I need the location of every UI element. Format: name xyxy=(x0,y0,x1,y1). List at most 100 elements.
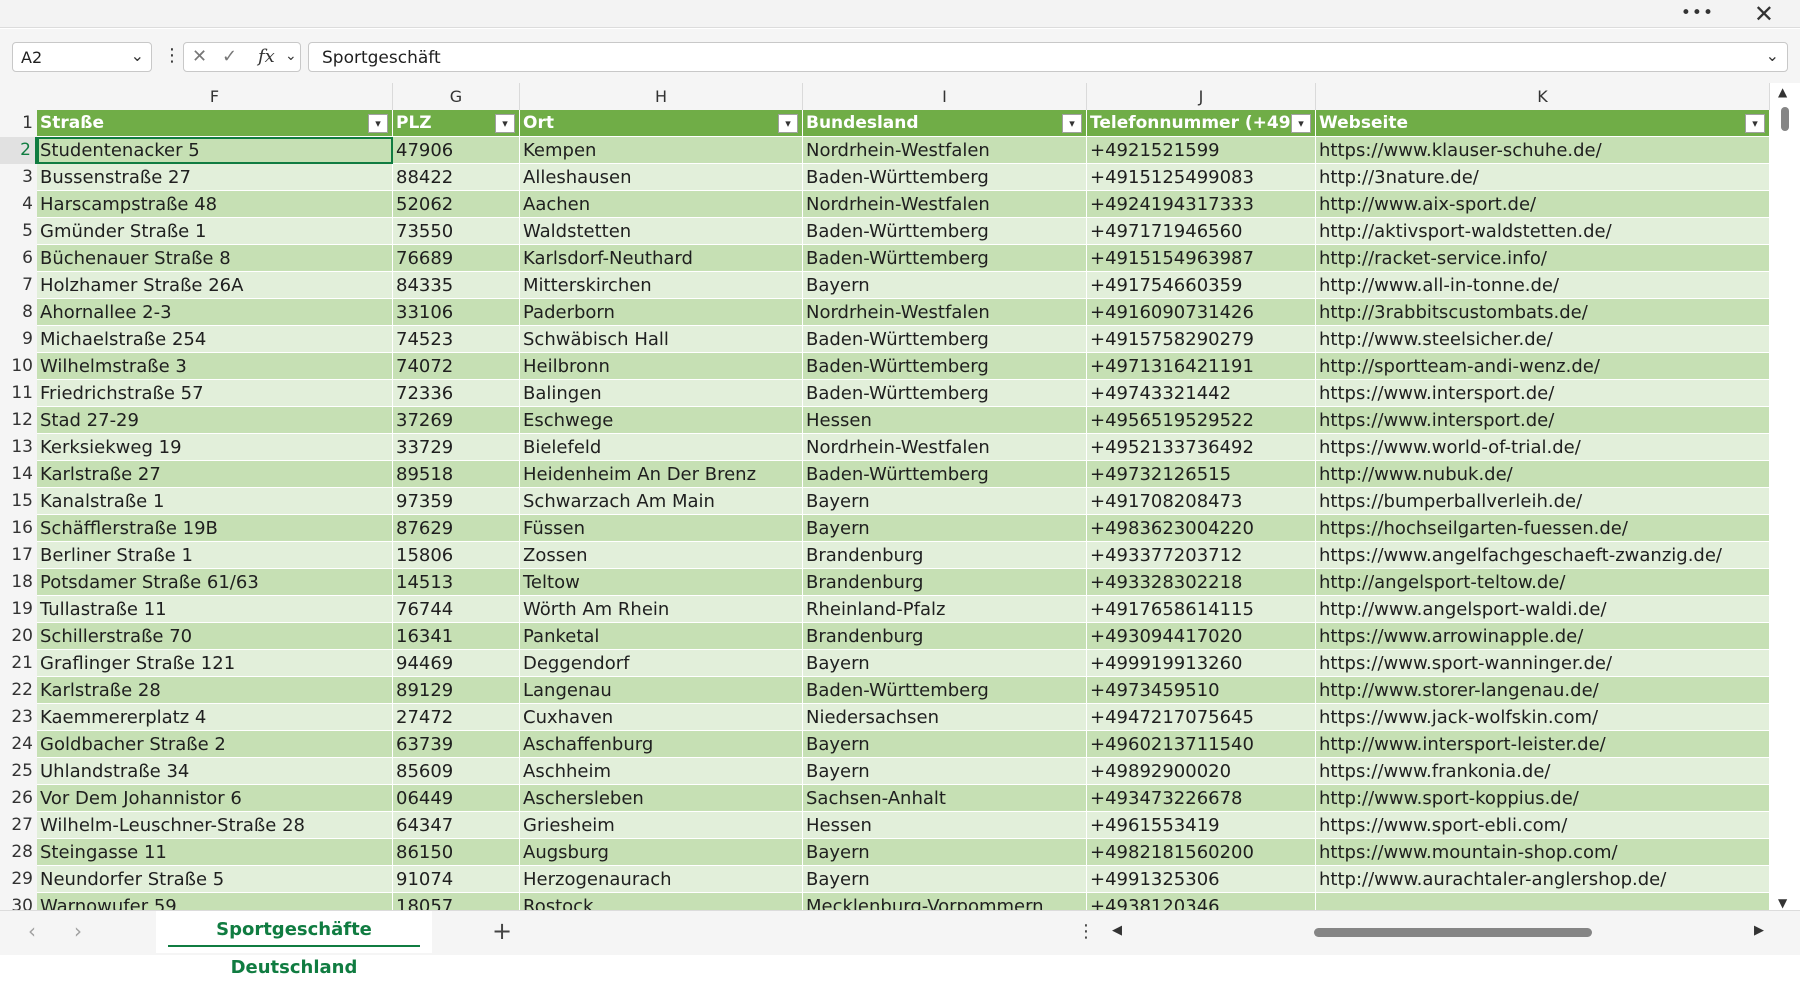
row-number[interactable]: 10 xyxy=(0,353,37,380)
table-cell[interactable]: Bayern xyxy=(803,650,1087,677)
name-box[interactable]: A2 ⌄ xyxy=(12,42,152,72)
filter-dropdown-icon[interactable]: ▾ xyxy=(368,114,388,133)
table-cell[interactable]: http://www.all-in-tonne.de/ xyxy=(1316,272,1770,299)
table-cell[interactable]: 91074 xyxy=(393,866,520,893)
vertical-scroll-thumb[interactable] xyxy=(1781,107,1789,131)
row-number[interactable]: 2 xyxy=(0,137,37,164)
table-cell[interactable]: 94469 xyxy=(393,650,520,677)
filter-dropdown-icon[interactable]: ▾ xyxy=(778,114,798,133)
table-cell[interactable]: http://3rabbitscustombats.de/ xyxy=(1316,299,1770,326)
table-cell[interactable]: +4916090731426 xyxy=(1087,299,1316,326)
column-header-g[interactable]: G xyxy=(393,83,520,110)
sheet-tab-active[interactable]: Sportgeschäfte Deutschland xyxy=(156,911,432,978)
table-cell[interactable]: Bayern xyxy=(803,839,1087,866)
row-number[interactable]: 26 xyxy=(0,785,37,812)
table-cell[interactable]: https://www.arrowinapple.de/ xyxy=(1316,623,1770,650)
table-cell[interactable]: 89129 xyxy=(393,677,520,704)
table-cell[interactable]: +49732126515 xyxy=(1087,461,1316,488)
table-cell[interactable]: 37269 xyxy=(393,407,520,434)
table-cell[interactable]: Bayern xyxy=(803,866,1087,893)
table-cell[interactable]: 63739 xyxy=(393,731,520,758)
chevron-down-icon[interactable]: ⌄ xyxy=(285,48,297,64)
table-cell[interactable]: +49892900020 xyxy=(1087,758,1316,785)
table-cell[interactable]: +4915154963987 xyxy=(1087,245,1316,272)
table-cell[interactable]: Heidenheim An Der Brenz xyxy=(520,461,803,488)
table-cell[interactable]: 74523 xyxy=(393,326,520,353)
table-cell[interactable]: Goldbacher Straße 2 xyxy=(37,731,393,758)
table-cell[interactable]: Griesheim xyxy=(520,812,803,839)
table-cell[interactable]: Baden-Württemberg xyxy=(803,245,1087,272)
table-cell[interactable]: +4952133736492 xyxy=(1087,434,1316,461)
scroll-left-icon[interactable]: ◀ xyxy=(1112,923,1122,938)
row-number[interactable]: 16 xyxy=(0,515,37,542)
row-number[interactable]: 24 xyxy=(0,731,37,758)
table-cell[interactable]: Zossen xyxy=(520,542,803,569)
table-cell[interactable]: +491754660359 xyxy=(1087,272,1316,299)
filter-dropdown-icon[interactable]: ▾ xyxy=(1291,114,1311,133)
table-cell[interactable]: Baden-Württemberg xyxy=(803,353,1087,380)
horizontal-scroll-thumb[interactable] xyxy=(1314,928,1592,937)
row-number[interactable]: 28 xyxy=(0,839,37,866)
filter-dropdown-icon[interactable]: ▾ xyxy=(1745,114,1765,133)
table-cell[interactable]: Baden-Württemberg xyxy=(803,326,1087,353)
table-cell[interactable]: http://aktivsport-waldstetten.de/ xyxy=(1316,218,1770,245)
next-sheet-icon[interactable]: › xyxy=(74,919,82,943)
table-cell[interactable]: 52062 xyxy=(393,191,520,218)
table-cell[interactable]: Sachsen-Anhalt xyxy=(803,785,1087,812)
table-cell[interactable]: 85609 xyxy=(393,758,520,785)
row-number[interactable]: 21 xyxy=(0,650,37,677)
table-cell[interactable]: 89518 xyxy=(393,461,520,488)
table-cell[interactable]: http://angelsport-teltow.de/ xyxy=(1316,569,1770,596)
table-cell[interactable]: https://hochseilgarten-fuessen.de/ xyxy=(1316,515,1770,542)
table-cell[interactable]: +4947217075645 xyxy=(1087,704,1316,731)
row-number[interactable]: 19 xyxy=(0,596,37,623)
row-number[interactable]: 14 xyxy=(0,461,37,488)
table-cell[interactable]: Tullastraße 11 xyxy=(37,596,393,623)
table-cell[interactable]: 18057 xyxy=(393,893,520,910)
table-cell[interactable]: Karlsdorf-Neuthard xyxy=(520,245,803,272)
table-cell[interactable]: +4960213711540 xyxy=(1087,731,1316,758)
table-cell[interactable]: Warnowufer 59 xyxy=(37,893,393,910)
vertical-scrollbar[interactable]: ▲ ▼ xyxy=(1770,83,1800,910)
table-cell[interactable]: +493473226678 xyxy=(1087,785,1316,812)
table-cell[interactable]: Bayern xyxy=(803,488,1087,515)
column-header-h[interactable]: H xyxy=(520,83,803,110)
table-cell[interactable]: 47906 xyxy=(393,137,520,164)
table-cell[interactable]: +4956519529522 xyxy=(1087,407,1316,434)
table-cell[interactable]: Kanalstraße 1 xyxy=(37,488,393,515)
table-cell[interactable]: +4917658614115 xyxy=(1087,596,1316,623)
horizontal-scrollbar[interactable]: ◀ ▶ xyxy=(1108,923,1768,943)
row-number[interactable]: 25 xyxy=(0,758,37,785)
table-cell[interactable]: Aschheim xyxy=(520,758,803,785)
scroll-down-icon[interactable]: ▼ xyxy=(1778,896,1787,910)
table-cell[interactable]: Karlstraße 28 xyxy=(37,677,393,704)
table-cell[interactable]: https://www.world-of-trial.de/ xyxy=(1316,434,1770,461)
table-cell[interactable]: 06449 xyxy=(393,785,520,812)
table-cell[interactable]: +4973459510 xyxy=(1087,677,1316,704)
row-number[interactable]: 30 xyxy=(0,893,37,910)
row-number[interactable]: 23 xyxy=(0,704,37,731)
formula-input[interactable]: Sportgeschäft ⌄ xyxy=(308,42,1788,72)
table-cell[interactable]: Vor Dem Johannistor 6 xyxy=(37,785,393,812)
row-number[interactable]: 18 xyxy=(0,569,37,596)
table-cell[interactable]: +4961553419 xyxy=(1087,812,1316,839)
table-cell[interactable]: Eschwege xyxy=(520,407,803,434)
table-cell[interactable]: +4971316421191 xyxy=(1087,353,1316,380)
table-cell[interactable]: http://www.angelsport-waldi.de/ xyxy=(1316,596,1770,623)
table-cell[interactable]: Wilhelmstraße 3 xyxy=(37,353,393,380)
table-cell[interactable]: Mecklenburg-Vorpommern xyxy=(803,893,1087,910)
table-cell[interactable]: Brandenburg xyxy=(803,569,1087,596)
table-cell[interactable]: https://www.frankonia.de/ xyxy=(1316,758,1770,785)
table-cell[interactable]: http://3nature.de/ xyxy=(1316,164,1770,191)
header-cell[interactable]: Ort ▾ xyxy=(520,110,803,137)
header-cell[interactable]: Straße ▾ xyxy=(37,110,393,137)
table-cell[interactable]: 74072 xyxy=(393,353,520,380)
table-cell[interactable]: Paderborn xyxy=(520,299,803,326)
table-cell[interactable]: Kaemmererplatz 4 xyxy=(37,704,393,731)
table-cell[interactable]: Schwarzach Am Main xyxy=(520,488,803,515)
table-cell[interactable]: http://sportteam-andi-wenz.de/ xyxy=(1316,353,1770,380)
row-number[interactable]: 6 xyxy=(0,245,37,272)
row-number[interactable]: 22 xyxy=(0,677,37,704)
table-cell[interactable]: +4924194317333 xyxy=(1087,191,1316,218)
more-options-icon[interactable]: ••• xyxy=(1681,3,1714,23)
